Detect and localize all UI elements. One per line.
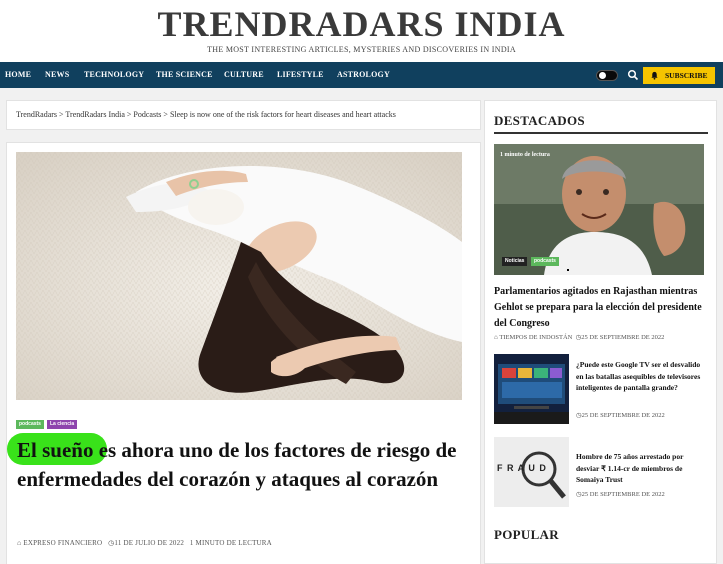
- politician-illustration: [494, 144, 704, 275]
- toggle-knob: [599, 72, 606, 79]
- nav-item-the-science[interactable]: THE SCIENCE: [156, 62, 213, 88]
- article-date: 11 DE JULIO DE 2022: [114, 539, 185, 547]
- list-item-meta: ◷25 DE SEPTIEMBRE DE 2022: [576, 411, 665, 419]
- sidebar: DESTACADOS 1 minuto de lectura Noticias …: [484, 100, 717, 564]
- featured-article-meta: ⌂ TIEMPOS DE INDOSTÁN ◷25 DE SEPTIEMBRE …: [494, 333, 664, 341]
- article-meta: ⌂ EXPRESO FINANCIERO ◷11 DE JULIO DE 202…: [17, 539, 272, 547]
- featured-date: 25 DE SEPTIEMBRE DE 2022: [581, 334, 665, 341]
- breadcrumb-item-home[interactable]: TrendRadars: [16, 110, 57, 119]
- list-item-date: 25 DE SEPTIEMBRE DE 2022: [581, 412, 665, 419]
- breadcrumb: TrendRadars > TrendRadars India > Podcas…: [16, 110, 396, 119]
- list-item-thumbnail[interactable]: F R A U D: [494, 437, 569, 507]
- article-read-time: 1 MINUTO DE LECTURA: [189, 539, 272, 547]
- search-icon[interactable]: [627, 69, 639, 81]
- nav-item-news[interactable]: NEWS: [45, 62, 69, 88]
- section-divider: [494, 132, 708, 134]
- list-item-title[interactable]: ¿Puede este Google TV ser el desvalido e…: [576, 359, 706, 394]
- nav-item-technology[interactable]: TECHNOLOGY: [84, 62, 144, 88]
- bell-icon: [651, 71, 658, 80]
- breadcrumb-separator: >: [163, 110, 168, 119]
- breadcrumb-item-current: Sleep is now one of the risk factors for…: [169, 110, 396, 119]
- nav-item-lifestyle[interactable]: LIFESTYLE: [277, 62, 324, 88]
- article-hero-image: [16, 152, 462, 400]
- site-header: TRENDRADARS INDIA THE MOST INTERESTING A…: [0, 0, 723, 62]
- main-navbar: HOME NEWS TECHNOLOGY THE SCIENCE CULTURE…: [0, 62, 723, 88]
- sleeping-woman-illustration: [16, 152, 462, 400]
- breadcrumb-separator: >: [126, 110, 132, 119]
- featured-article-title[interactable]: Parlamentarios agitados en Rajasthan mie…: [494, 284, 708, 332]
- site-title[interactable]: TRENDRADARS INDIA: [0, 4, 723, 44]
- tag-la-ciencia[interactable]: La ciencia: [47, 420, 78, 429]
- breadcrumb-container: TrendRadars > TrendRadars India > Podcas…: [6, 100, 481, 130]
- nav-item-culture[interactable]: CULTURE: [224, 62, 264, 88]
- list-item-date: 25 DE SEPTIEMBRE DE 2022: [581, 491, 665, 498]
- nav-item-home[interactable]: HOME: [5, 62, 31, 88]
- tv-illustration: [494, 354, 569, 424]
- article-card: podcasts La ciencia El sueño es ahora un…: [6, 142, 481, 564]
- list-item-meta: ◷25 DE SEPTIEMBRE DE 2022: [576, 490, 665, 498]
- featured-section-title: DESTACADOS: [494, 113, 585, 128]
- featured-source[interactable]: TIEMPOS DE INDOSTÁN: [499, 334, 572, 341]
- featured-image[interactable]: 1 minuto de lectura Noticias podcasts: [494, 144, 704, 275]
- subscribe-label: SUBSCRIBE: [665, 71, 708, 80]
- breadcrumb-item-category[interactable]: Podcasts: [133, 110, 161, 119]
- article-author[interactable]: EXPRESO FINANCIERO: [23, 539, 102, 547]
- site-tagline: THE MOST INTERESTING ARTICLES, MYSTERIES…: [207, 45, 516, 54]
- breadcrumb-item-site[interactable]: TrendRadars India: [65, 110, 124, 119]
- article-headline: El sueño es ahora uno de los factores de…: [17, 438, 457, 491]
- featured-read-time-badge: 1 minuto de lectura: [500, 152, 550, 158]
- fraud-thumb-text: F R A U D: [497, 463, 547, 473]
- breadcrumb-separator: >: [59, 110, 64, 119]
- list-item-thumbnail[interactable]: [494, 354, 569, 424]
- list-item-title[interactable]: Hombre de 75 años arrestado por desviar …: [576, 451, 706, 486]
- nav-item-astrology[interactable]: ASTROLOGY: [337, 62, 390, 88]
- tag-podcasts[interactable]: podcasts: [16, 420, 44, 429]
- tag-podcasts-featured[interactable]: podcasts: [531, 257, 559, 266]
- popular-section-title: POPULAR: [494, 527, 559, 542]
- subscribe-button[interactable]: SUBSCRIBE: [643, 67, 715, 84]
- tag-noticias[interactable]: Noticias: [502, 257, 528, 266]
- dark-mode-toggle[interactable]: [596, 70, 618, 81]
